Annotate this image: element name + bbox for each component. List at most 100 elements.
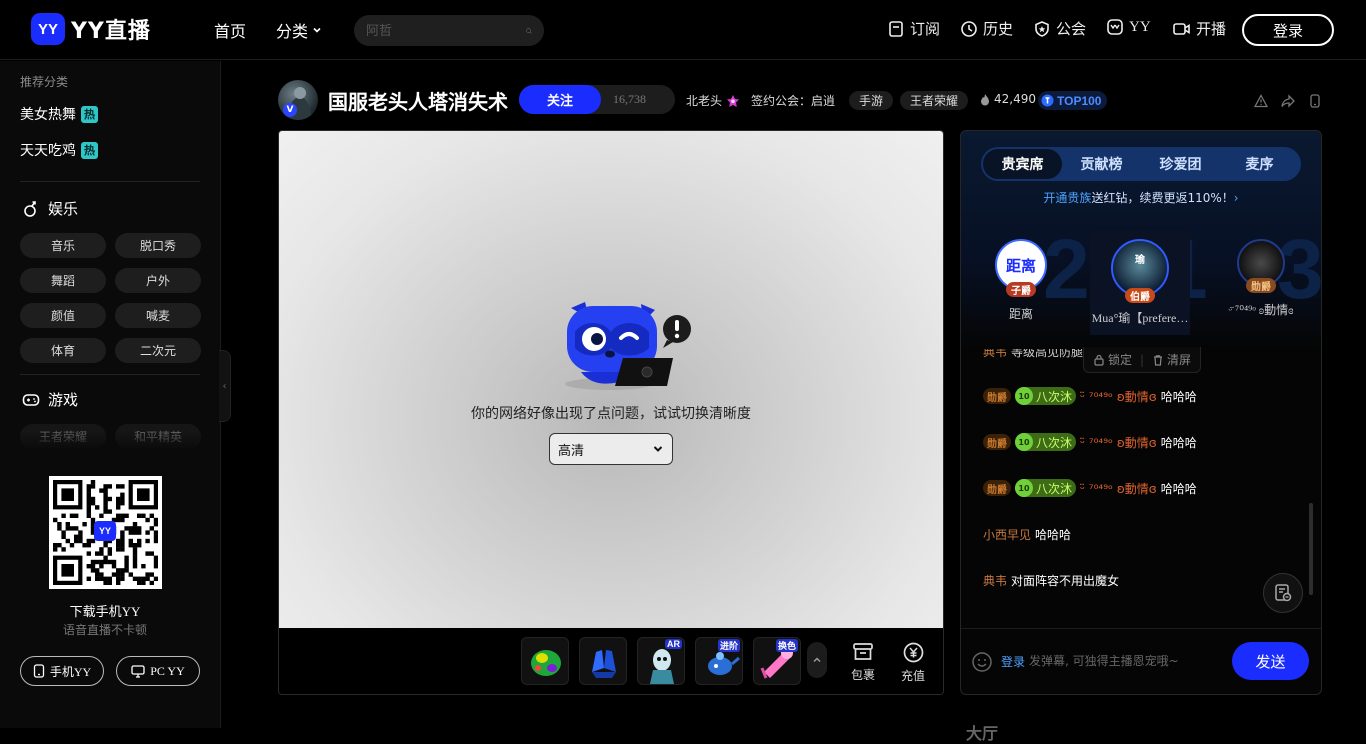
follow-button[interactable]: 关注 [519,85,601,114]
guild-info[interactable]: 签约公会：启逍 [751,92,835,109]
tab-vip-seats[interactable]: 贵宾席 [983,149,1062,179]
mobile-view-icon[interactable] [1308,94,1322,108]
gift-item[interactable] [579,637,627,685]
shield-star-icon [1035,20,1049,37]
recharge-label: 充值 [900,669,925,683]
chat-username[interactable]: ᵕ̈ ⁷⁰⁴⁹ᵒ ʚ動情ɞ [1080,480,1157,497]
chat-settings-button[interactable] [1263,573,1303,613]
vip-name: Mua°瑜【prefere… [1091,311,1189,325]
emoji-icon[interactable] [971,651,993,673]
search-icon[interactable] [526,23,532,39]
vip-avatar: 瑜 伯爵 [1111,239,1169,303]
nav-yy-label: YY [1129,18,1151,35]
mobile-yy-button[interactable]: 手机YY [20,656,104,686]
tag-mobile-game[interactable]: 手游 [849,91,894,110]
chip-sports[interactable]: 体育 [20,338,106,363]
chat-username[interactable]: ᵕ̈ ⁷⁰⁴⁹ᵒ ʚ動情ɞ [1080,434,1157,451]
clock-icon [961,20,977,37]
category-entertainment[interactable]: 娱乐 [22,198,78,219]
package-button[interactable]: 包裹 [843,642,883,683]
gift-item[interactable]: AR [637,637,685,685]
chat-scrollbar[interactable] [1309,503,1313,595]
chat-toolbar: 锁定 | 清屏 [1083,347,1201,373]
panel-tabs: 贵宾席 贡献榜 珍爱团 麦序 [981,147,1301,181]
chat-username[interactable]: 典韦 [983,349,1007,360]
gift-item[interactable]: 换色 [753,637,801,685]
login-button[interactable]: 登录 [1242,14,1334,46]
chat-username[interactable]: 典韦 [983,572,1007,589]
tag-honor-of-kings[interactable]: 王者荣耀 [900,91,969,110]
chip-shout[interactable]: 喊麦 [115,303,201,328]
chat-text: 哈哈哈 [1035,528,1072,542]
yy-logo[interactable]: YY YY直播 [31,13,151,45]
sidebar-item-pubg[interactable]: 天天吃鸡 热 [20,140,98,160]
sidebar-collapse-handle[interactable]: ‹ [219,350,231,422]
nav-subscribe[interactable]: 订阅 [887,18,940,39]
gift-item[interactable]: 进阶 [695,637,743,685]
search-input[interactable] [366,22,526,39]
chip-acg[interactable]: 二次元 [115,338,201,363]
vip-name: ᵕ̈ ⁷⁰⁴⁹ᵒ ʚ動情ɞ [1228,303,1294,317]
lock-button[interactable]: 锁定 [1093,351,1132,368]
nav-broadcast[interactable]: 开播 [1172,18,1226,39]
pc-yy-button[interactable]: PC YY [116,656,200,686]
chip-outdoor[interactable]: 户外 [115,268,201,293]
chip-looks[interactable]: 颜值 [20,303,106,328]
nav-category[interactable]: 分类 [276,18,322,42]
gamepad-icon [22,393,40,406]
chip-music[interactable]: 音乐 [20,233,106,258]
chip-dance[interactable]: 舞蹈 [20,268,106,293]
chevron-down-icon [653,446,663,452]
divider [20,374,200,375]
verified-badge: V [283,103,297,117]
vip-seat-2[interactable]: 距离 子爵 距离 [971,239,1071,322]
tab-fan-club[interactable]: 珍爱团 [1141,149,1220,179]
chip-talkshow[interactable]: 脱口秀 [115,233,201,258]
vip-seat-3[interactable]: 勋爵 ᵕ̈ ⁷⁰⁴⁹ᵒ ʚ動情ɞ [1211,239,1311,318]
chat-login-link[interactable]: 登录 [1001,653,1025,670]
vip-rank-badge: 子爵 [1006,282,1036,297]
host-name-group[interactable]: 北老头 [686,92,740,109]
nav-history[interactable]: 历史 [960,18,1013,39]
heat-indicator: 42,490 [980,92,1036,106]
tab-mic-queue[interactable]: 麦序 [1220,149,1299,179]
chat-message: 小西早见 哈哈哈 [983,526,1071,543]
chat-username[interactable]: ᵕ̈ ⁷⁰⁴⁹ᵒ ʚ動情ɞ [1080,388,1157,405]
share-icon[interactable] [1281,94,1295,108]
video-player[interactable]: 你的网络好像出现了点问题，试试切换清晰度 高清 AR 进阶 换色 包裹 充值 [278,130,944,695]
tab-contribution-rank[interactable]: 贡献榜 [1062,149,1141,179]
gender-symbol-icon [24,200,36,217]
chat-input[interactable] [1029,649,1189,673]
gift-green-dragon-icon [531,650,561,676]
nav-home[interactable]: 首页 [214,18,246,42]
nav-guild[interactable]: 公会 [1033,18,1086,39]
nav-home-label: 首页 [214,22,247,41]
promo-link[interactable]: 开通贵族 [1043,191,1091,205]
search-box[interactable] [354,15,544,46]
category-games[interactable]: 游戏 [22,389,78,410]
recharge-button[interactable]: 充值 [893,642,933,684]
noble-promo[interactable]: 开通贵族送红钻，续费更返110%！› [961,189,1321,206]
sidebar-item-hot-dance[interactable]: 美女热舞 热 [20,104,98,124]
report-icon[interactable] [1254,94,1268,108]
nav-yy[interactable]: YY [1106,18,1151,36]
download-subtitle: 语音直播不卡顿 [62,623,147,637]
gift-item[interactable] [521,637,569,685]
chat-text: 哈哈哈 [1160,435,1197,450]
rank-icon [1041,94,1054,107]
chevron-down-icon [313,27,321,33]
fan-badge: 10 八次沐 [1015,433,1077,451]
video-area[interactable]: 你的网络好像出现了点问题，试试切换清晰度 高清 [279,131,943,628]
nav-history-label: 历史 [983,22,1014,38]
send-button[interactable]: 发送 [1232,642,1309,680]
expand-gifts-button[interactable] [807,642,827,678]
quality-select[interactable]: 高清 [549,433,673,465]
chat-username[interactable]: 小西早见 [983,526,1031,543]
vip-rank-badge: 勋爵 [1246,278,1276,293]
chevron-right-icon: › [1233,191,1239,205]
vip-seat-1[interactable]: 瑜 伯爵 Mua°瑜【prefere… [1090,231,1190,335]
divider [20,181,200,182]
clear-screen-button[interactable]: 清屏 [1152,351,1191,368]
top100-badge[interactable]: TOP100 [1038,91,1108,110]
lock-label: 锁定 [1107,353,1132,367]
